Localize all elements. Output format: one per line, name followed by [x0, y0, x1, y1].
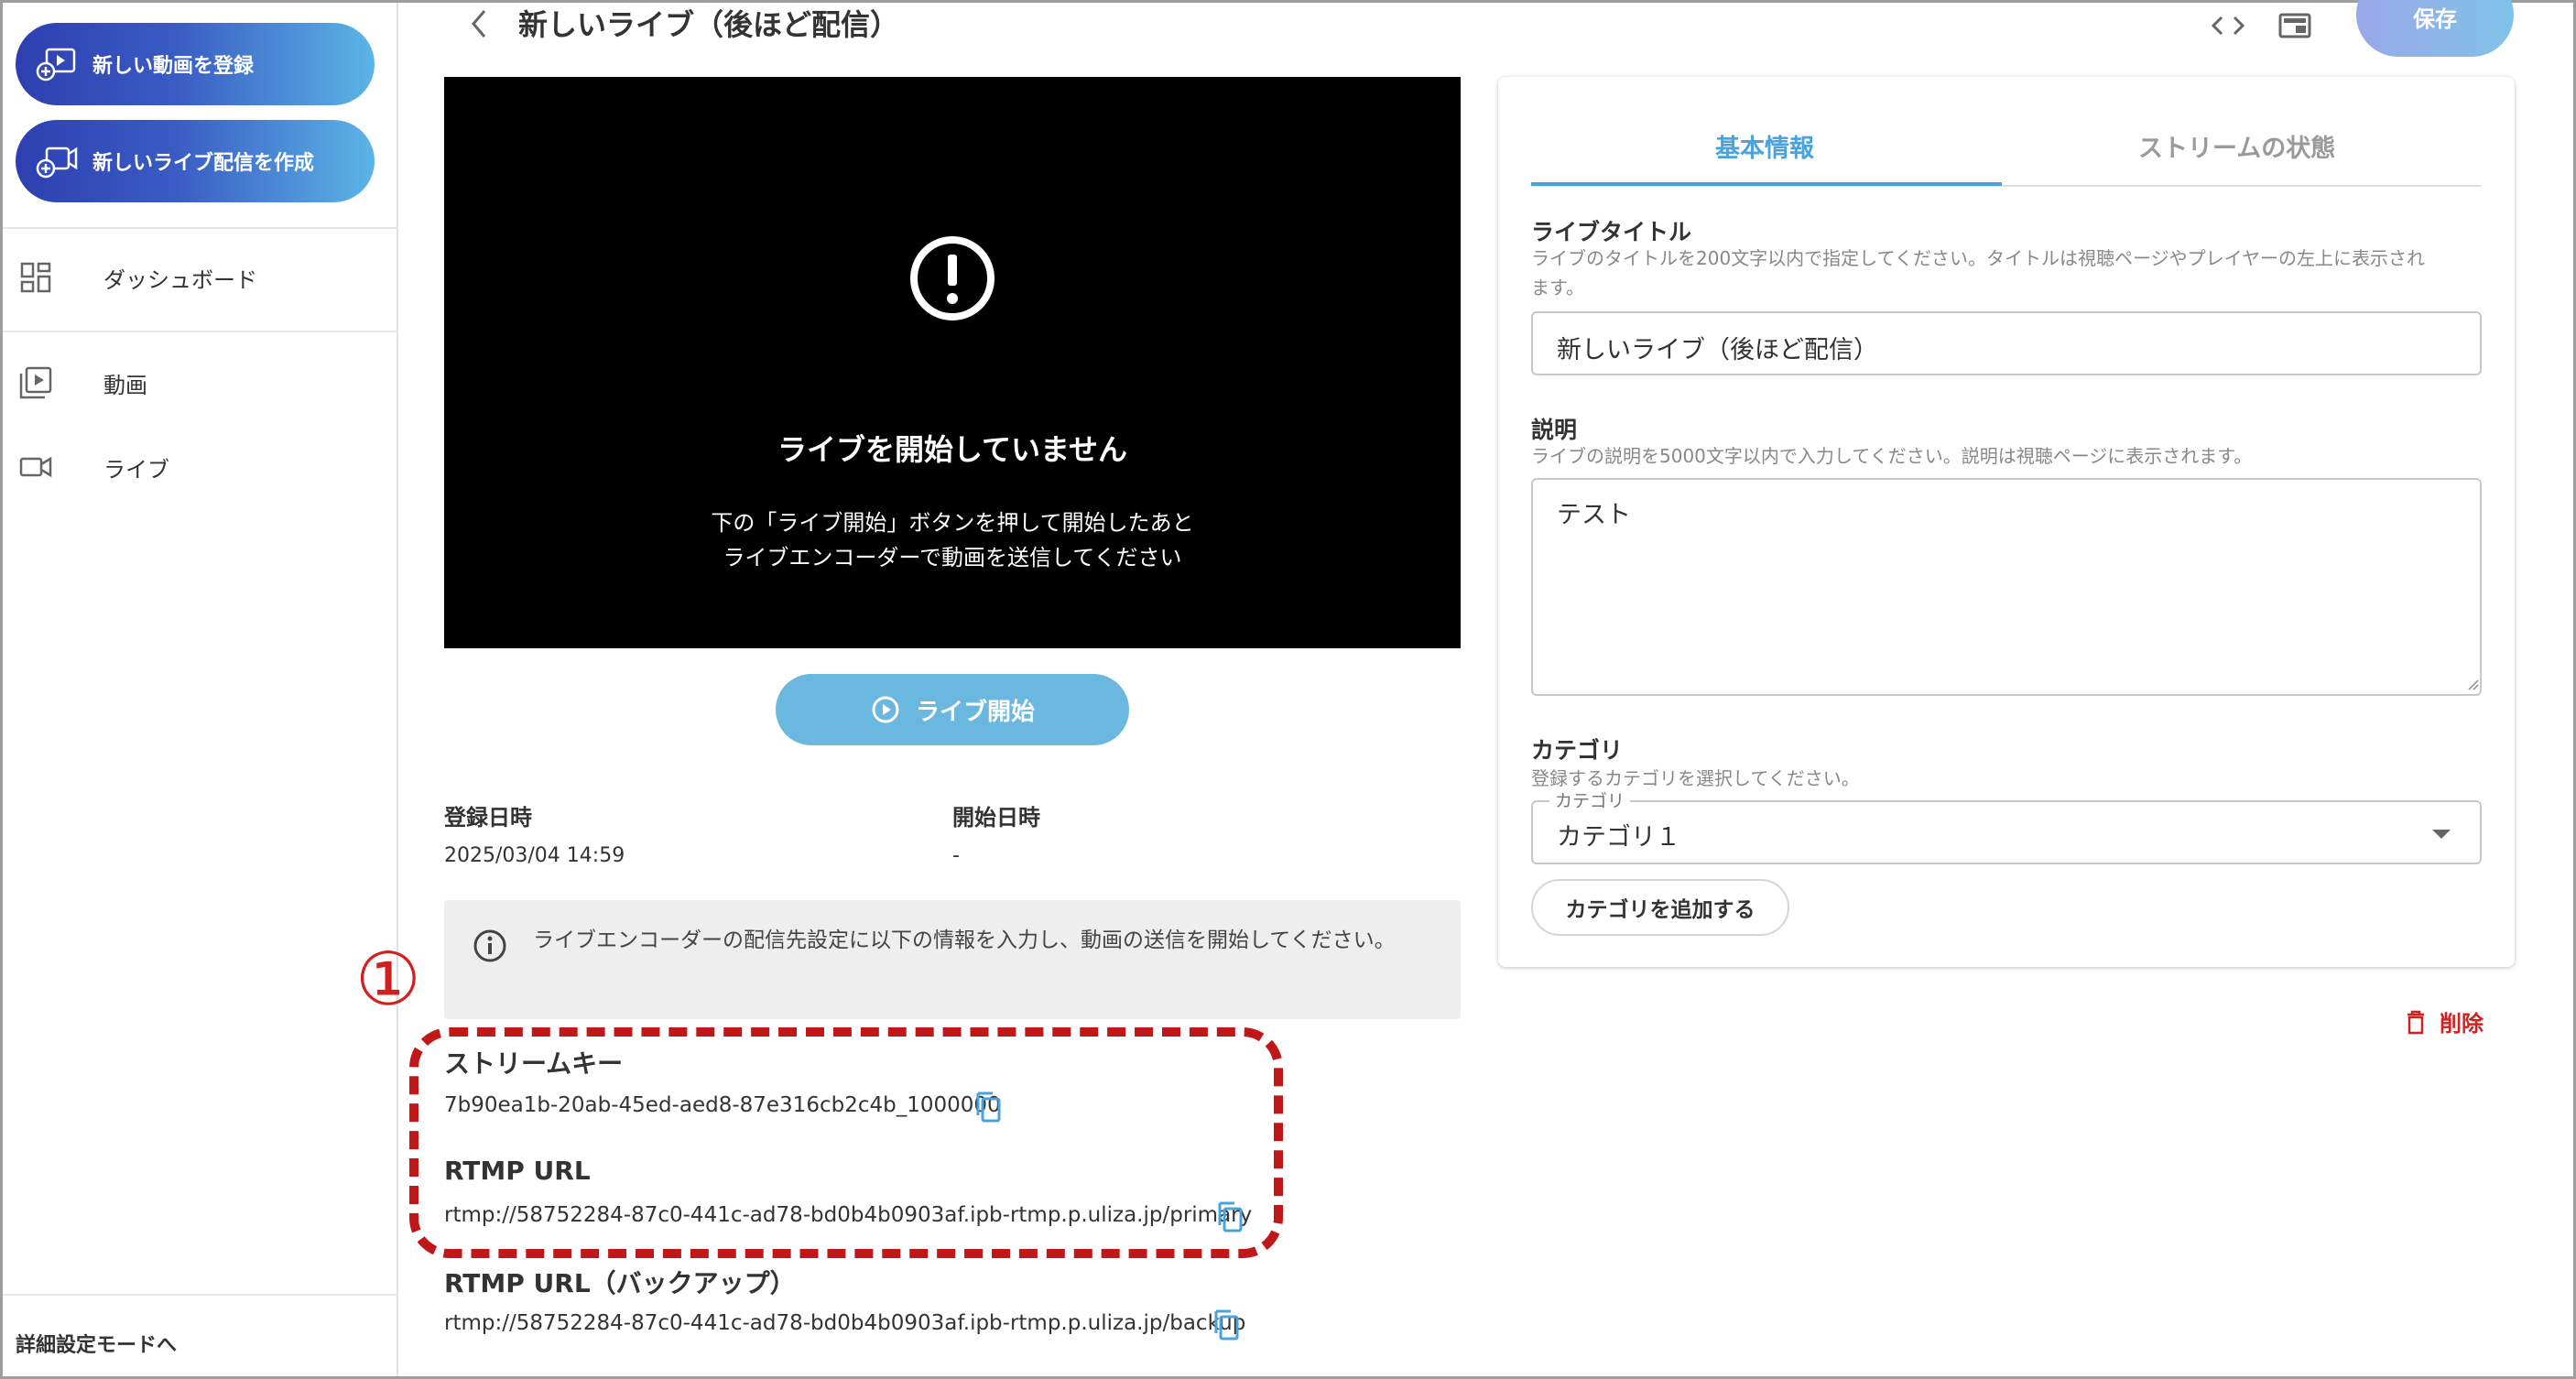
- sidebar-item-label: ダッシュボード: [103, 266, 257, 293]
- divider: [3, 227, 398, 229]
- divider: [3, 1294, 398, 1296]
- copy-icon[interactable]: [1214, 1200, 1245, 1234]
- description-label: 説明: [1531, 417, 1578, 443]
- page-title: 新しいライブ（後ほど配信）: [518, 7, 900, 42]
- live-title-help: ます。: [1531, 277, 1584, 299]
- play-circle-icon: [872, 696, 899, 723]
- tab-basic-info[interactable]: 基本情報: [1715, 128, 1814, 164]
- category-value: カテゴリ１: [1557, 823, 1680, 852]
- tab-stream-status[interactable]: ストリームの状態: [2138, 128, 2335, 164]
- new-live-button[interactable]: 新しいライブ配信を作成: [16, 120, 375, 202]
- description-help: ライブの説明を5000文字以内で入力してください。説明は視聴ページに表示されます…: [1531, 445, 2253, 467]
- annotation-number: ①: [355, 937, 421, 1022]
- start-live-label: ライブ開始: [915, 698, 1035, 726]
- sidebar-item-videos[interactable]: 動画: [3, 351, 398, 415]
- chevron-down-icon[interactable]: [2432, 830, 2451, 839]
- started-label: 開始日時: [952, 805, 1040, 831]
- video-player: ライブを開始していません 下の「ライブ開始」ボタンを押して開始したあと ライブエ…: [444, 77, 1461, 648]
- sidebar-item-live[interactable]: ライブ: [3, 435, 398, 499]
- encoder-notice: ライブエンコーダーの配信先設定に以下の情報を入力し、動画の送信を開始してください…: [444, 900, 1461, 1019]
- registered-label: 登録日時: [444, 805, 532, 831]
- start-live-button[interactable]: ライブ開始: [776, 674, 1129, 745]
- add-category-button[interactable]: カテゴリを追加する: [1531, 879, 1789, 936]
- sidebar: 新しい動画を登録 新しいライブ配信を作成 ダッシュボード 動画 ライブ 詳細設定…: [3, 3, 398, 1376]
- rtmp-url-value: rtmp://58752284-87c0-441c-ad78-bd0b4b090…: [444, 1203, 1253, 1227]
- sidebar-item-dashboard[interactable]: ダッシュボード: [3, 245, 398, 309]
- stream-key-label: ストリームキー: [444, 1048, 624, 1079]
- rtmp-backup-label: RTMP URL（バックアップ）: [444, 1268, 796, 1298]
- player-instruction-line: 下の「ライブ開始」ボタンを押して開始したあと: [711, 510, 1194, 536]
- code-icon[interactable]: [2209, 9, 2247, 42]
- sidebar-item-label: 動画: [103, 372, 147, 398]
- live-title-label: ライブタイトル: [1531, 219, 1692, 245]
- live-title-help: ライブのタイトルを200文字以内で指定してください。タイトルは視聴ページやプレイ…: [1531, 247, 2425, 269]
- embed-icon[interactable]: [2276, 9, 2314, 42]
- add-live-icon: [36, 147, 78, 179]
- rtmp-backup-value: rtmp://58752284-87c0-441c-ad78-bd0b4b090…: [444, 1311, 1246, 1335]
- rtmp-url-label: RTMP URL: [444, 1156, 591, 1186]
- back-icon[interactable]: [462, 4, 495, 44]
- advanced-mode-link[interactable]: 詳細設定モードへ: [16, 1329, 177, 1358]
- category-label: カテゴリ: [1531, 737, 1624, 764]
- stream-key-value: 7b90ea1b-20ab-45ed-aed8-87e316cb2c4b_100…: [444, 1093, 1001, 1117]
- divider: [3, 331, 398, 332]
- alert-icon: [910, 236, 995, 320]
- registered-value: 2025/03/04 14:59: [444, 844, 625, 867]
- active-tab-indicator: [1531, 182, 2002, 186]
- trash-icon: [2408, 1010, 2424, 1034]
- add-video-icon: [36, 48, 76, 81]
- resize-handle-icon[interactable]: [2466, 678, 2479, 690]
- description-value: テスト: [1557, 501, 1631, 529]
- player-instruction-line: ライブエンコーダーで動画を送信してください: [723, 545, 1182, 570]
- info-icon: [473, 929, 506, 962]
- delete-label: 削除: [2440, 1011, 2484, 1037]
- new-video-label: 新しい動画を登録: [92, 55, 255, 78]
- save-button[interactable]: 保存: [2356, 0, 2514, 57]
- dashboard-icon: [17, 259, 54, 296]
- live-title-input[interactable]: 新しいライブ（後ほど配信）: [1531, 311, 2482, 375]
- live-title-value: 新しいライブ（後ほど配信）: [1557, 336, 1878, 364]
- category-select[interactable]: カテゴリ１: [1531, 800, 2482, 864]
- started-value: -: [952, 844, 960, 867]
- new-video-button[interactable]: 新しい動画を登録: [16, 23, 375, 105]
- category-select-legend: カテゴリ: [1549, 787, 1631, 812]
- encoder-notice-text: ライブエンコーダーの配信先設定に以下の情報を入力し、動画の送信を開始してください…: [533, 928, 1396, 952]
- copy-icon[interactable]: [1211, 1308, 1242, 1342]
- delete-button[interactable]: 削除: [2405, 1005, 2484, 1037]
- new-live-label: 新しいライブ配信を作成: [92, 152, 315, 175]
- videocam-icon: [17, 449, 54, 485]
- description-textarea[interactable]: テスト: [1531, 478, 2482, 696]
- copy-icon[interactable]: [973, 1090, 1004, 1124]
- player-status-title: ライブを開始していません: [777, 432, 1128, 467]
- sidebar-item-label: ライブ: [103, 456, 169, 483]
- player-instructions: 下の「ライブ開始」ボタンを押して開始したあと ライブエンコーダーで動画を送信して…: [444, 505, 1461, 575]
- video-library-icon: [17, 364, 54, 401]
